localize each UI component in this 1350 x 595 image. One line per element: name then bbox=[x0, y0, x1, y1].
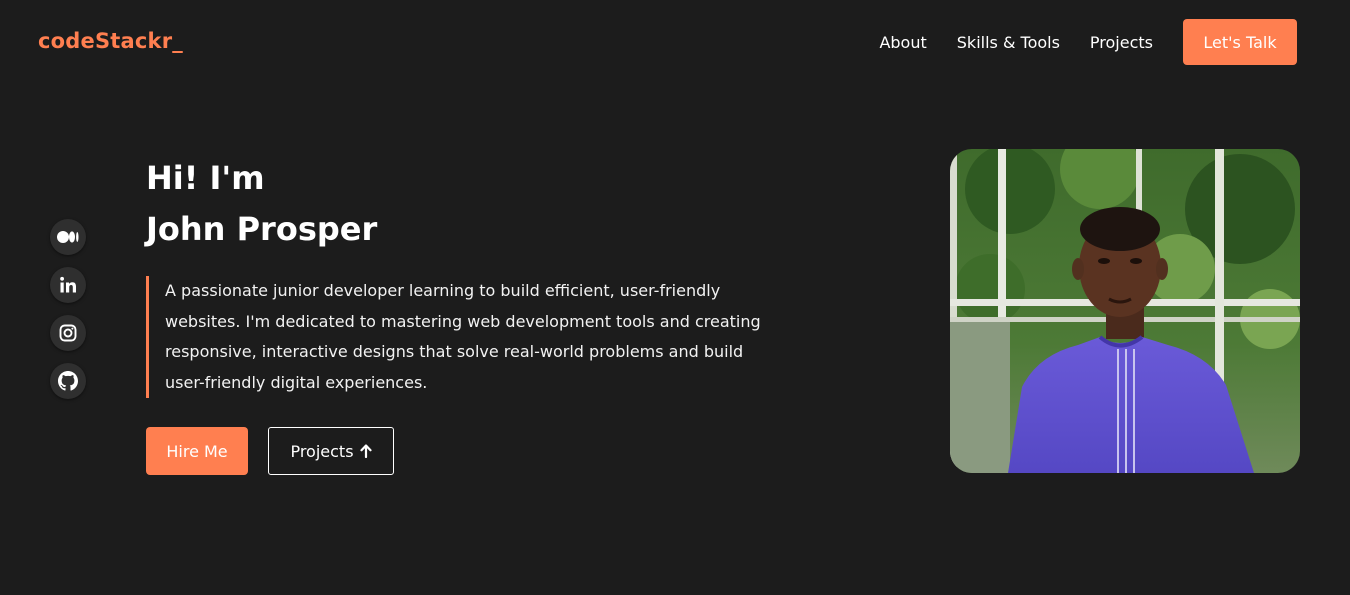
medium-icon bbox=[57, 231, 79, 243]
instagram-icon bbox=[59, 324, 77, 342]
medium-link[interactable] bbox=[50, 219, 86, 255]
nav-link-projects[interactable]: Projects bbox=[1090, 33, 1153, 52]
nav-link-skills-tools[interactable]: Skills & Tools bbox=[957, 33, 1060, 52]
logo[interactable]: codeStackr_ bbox=[38, 29, 183, 53]
social-links bbox=[50, 219, 86, 411]
linkedin-icon bbox=[60, 276, 76, 293]
profile-photo bbox=[950, 149, 1300, 473]
lets-talk-button[interactable]: Let's Talk bbox=[1183, 19, 1297, 65]
main-nav: About Skills & Tools Projects Let's Talk bbox=[879, 19, 1297, 65]
projects-button-label: Projects bbox=[290, 441, 354, 461]
instagram-link[interactable] bbox=[50, 315, 86, 351]
hero-name: John Prosper bbox=[146, 210, 378, 248]
github-icon bbox=[58, 371, 78, 391]
projects-button[interactable]: Projects bbox=[268, 427, 394, 475]
page: codeStackr_ About Skills & Tools Project… bbox=[0, 0, 1350, 595]
nav-link-about[interactable]: About bbox=[879, 33, 926, 52]
hero-intro: A passionate junior developer learning t… bbox=[146, 276, 786, 398]
hero-greeting: Hi! I'm bbox=[146, 159, 265, 197]
linkedin-link[interactable] bbox=[50, 267, 86, 303]
github-link[interactable] bbox=[50, 363, 86, 399]
hire-me-button[interactable]: Hire Me bbox=[146, 427, 248, 475]
arrow-up-icon bbox=[359, 444, 372, 458]
